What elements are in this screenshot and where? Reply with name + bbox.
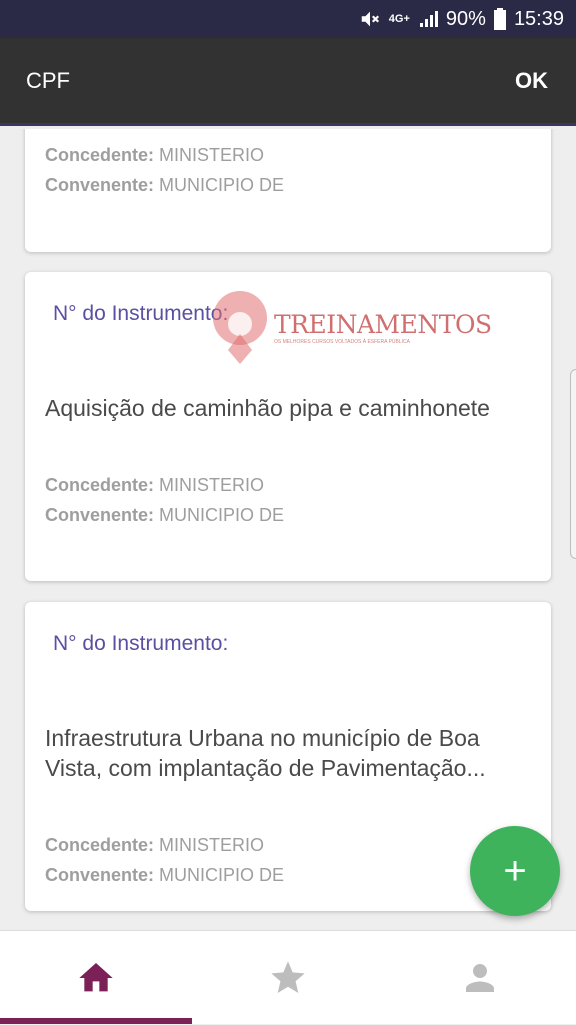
instrument-label: N° do Instrumento:	[53, 302, 229, 325]
concedente-value: MINISTERIO	[159, 835, 265, 855]
add-button[interactable]: +	[470, 826, 560, 916]
nav-home[interactable]	[0, 931, 192, 1025]
watermark-name: TREINAMENTOS	[274, 309, 492, 339]
concedente-row: Concedente: MINISTERIO	[45, 145, 265, 165]
signal-icon	[418, 9, 438, 29]
home-icon	[79, 963, 113, 992]
watermark-logo: TREINAMENTOS OS MELHORES CURSOS VOLTADOS…	[210, 288, 492, 366]
convenente-row: Convenente: MUNICIPIO DE	[45, 175, 285, 195]
bottom-nav	[0, 930, 576, 1024]
nav-profile[interactable]	[384, 931, 576, 1025]
convenente-row: Convenente: MUNICIPIO DE	[45, 505, 285, 525]
convenente-value: MUNICIPIO DE	[159, 505, 285, 525]
convenente-row: Convenente: MUNICIPIO DE	[45, 865, 285, 885]
clock: 15:39	[513, 7, 564, 30]
card-title: Aquisição de caminhão pipa e caminhonete	[45, 395, 490, 421]
convenente-value: MUNICIPIO DE	[159, 865, 285, 885]
star-icon	[271, 961, 305, 993]
concedente-value: MINISTERIO	[159, 145, 265, 165]
network-type: 4G+	[388, 13, 410, 25]
nav-favorites[interactable]	[192, 931, 384, 1025]
mute-icon	[359, 8, 381, 30]
convenente-value: MUNICIPIO DE	[159, 175, 285, 195]
app-title: CPF	[26, 67, 70, 93]
person-icon	[466, 964, 494, 992]
watermark-tagline: OS MELHORES CURSOS VOLTADOS À ESFERA PÚB…	[274, 338, 410, 345]
nav-active-indicator	[0, 1018, 192, 1024]
status-bar: 4G+ 90% 15:39	[0, 0, 576, 38]
list-item[interactable]: N° do Instrumento: TREINAMENTOS OS MELHO…	[25, 272, 551, 581]
concedente-value: MINISTERIO	[159, 475, 265, 495]
battery-icon	[493, 8, 506, 30]
list-item[interactable]: Concedente: MINISTERIO Convenente: MUNIC…	[25, 129, 551, 252]
battery-level: 90%	[445, 7, 486, 30]
instrument-label: N° do Instrumento:	[53, 632, 229, 655]
watermark-icon	[213, 291, 267, 364]
ok-button[interactable]: OK	[515, 68, 548, 94]
convenio-list[interactable]: Concedente: MINISTERIO Convenente: MUNIC…	[0, 129, 576, 930]
concedente-row: Concedente: MINISTERIO	[45, 475, 265, 495]
app-bar: CPF OK	[0, 38, 576, 126]
scroll-edge-handle[interactable]	[570, 369, 576, 559]
card-title: Infraestrutura Urbana no município de Bo…	[45, 725, 486, 781]
concedente-row: Concedente: MINISTERIO	[45, 835, 265, 855]
